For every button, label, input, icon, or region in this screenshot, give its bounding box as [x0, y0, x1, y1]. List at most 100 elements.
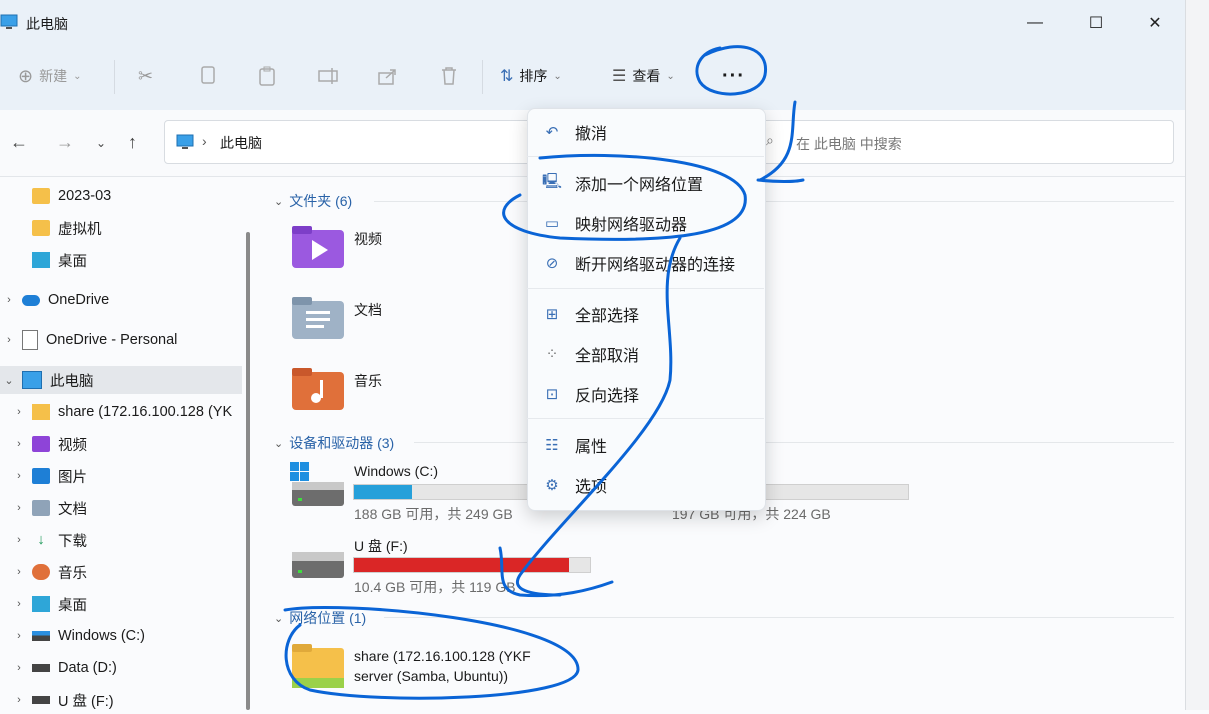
drive-usage-fill — [354, 558, 569, 572]
properties-icon: ☷ — [545, 437, 559, 454]
network-location-icon: 🖳 — [541, 172, 562, 190]
folder-item-documents[interactable] — [292, 297, 346, 344]
options-icon: ⚙ — [545, 477, 559, 494]
back-arrow-icon[interactable]: ← — [10, 132, 28, 153]
maximize-button[interactable]: ☐ — [1073, 8, 1119, 38]
sidebar-item-label: Windows (C:) — [58, 628, 146, 644]
menu-item-select-none[interactable]: ⁘ 全部取消 — [541, 337, 756, 371]
network-item-line1: share (172.16.100.128 (YKF — [354, 648, 531, 664]
new-button[interactable]: ⊕ 新建 ⌄ — [18, 64, 81, 88]
sidebar-item-2023-03[interactable]: 2023-03 — [0, 182, 270, 210]
sidebar-item-downloads[interactable]: › ↓ 下载 — [0, 526, 252, 554]
document-icon — [32, 500, 50, 516]
chevron-down-icon: ⌄ — [274, 437, 284, 450]
sidebar-item-drive-c[interactable]: › Windows (C:) — [0, 622, 252, 650]
sort-button[interactable]: ⇅ 排序 ⌄ — [500, 64, 562, 88]
folder-label: 视频 — [354, 231, 382, 247]
menu-item-undo[interactable]: ↶ 撤消 — [541, 115, 756, 149]
cut-button[interactable]: ✂ — [138, 64, 153, 88]
music-icon — [32, 564, 50, 580]
chevron-down-icon: ⌄ — [274, 195, 284, 208]
drive-icon — [32, 696, 50, 704]
chevron-right-icon: › — [17, 694, 21, 706]
sidebar-item-label: 虚拟机 — [58, 221, 102, 238]
sidebar-item-vm[interactable]: 虚拟机 — [0, 214, 270, 242]
drive-item-f[interactable] — [290, 548, 346, 585]
sidebar-item-music[interactable]: › 音乐 — [0, 558, 252, 586]
toolbar-divider — [114, 60, 115, 94]
sidebar-item-videos[interactable]: › 视频 — [0, 430, 252, 458]
toolbar-divider — [482, 60, 483, 94]
sidebar-item-onedrive-personal[interactable]: › OneDrive - Personal — [0, 326, 242, 354]
sidebar-item-pictures[interactable]: › 图片 — [0, 462, 252, 490]
view-button[interactable]: ☰ 查看 ⌄ — [612, 64, 675, 88]
chevron-down-icon: ⌄ — [4, 374, 14, 387]
copy-button[interactable] — [199, 64, 217, 88]
chevron-right-icon: › — [17, 470, 21, 482]
sidebar-item-documents[interactable]: › 文档 — [0, 494, 252, 522]
folder-item-music[interactable] — [292, 368, 346, 415]
close-button[interactable]: ✕ — [1132, 8, 1178, 38]
menu-item-label: 全部选择 — [575, 308, 640, 325]
recent-chevron-icon[interactable]: ⌄ — [96, 136, 106, 150]
share-button[interactable] — [378, 64, 398, 88]
sidebar-scrollbar[interactable] — [246, 232, 250, 710]
sidebar-item-this-pc[interactable]: ⌄ 此电脑 — [0, 366, 242, 394]
drive-usage-bar-f — [353, 557, 591, 573]
menu-separator — [527, 288, 764, 289]
file-icon — [22, 330, 38, 350]
menu-item-options[interactable]: ⚙ 选项 — [541, 468, 756, 502]
chevron-right-icon: › — [17, 566, 21, 578]
pc-icon — [176, 134, 194, 153]
sidebar-item-desktop-2[interactable]: › 桌面 — [0, 590, 252, 618]
network-item-line2: server (Samba, Ubuntu)) — [354, 668, 509, 684]
menu-separator — [527, 418, 764, 419]
sidebar-item-drive-d[interactable]: › Data (D:) — [0, 654, 252, 682]
folders-group-header[interactable]: ⌄ 文件夹 (6) — [274, 191, 352, 211]
devices-group-header[interactable]: ⌄ 设备和驱动器 (3) — [274, 433, 394, 453]
sidebar-item-label: share (172.16.100.128 (YK — [58, 404, 233, 420]
invert-selection-icon: ⊡ — [545, 386, 559, 403]
documents-folder-icon — [292, 297, 344, 339]
network-item-share[interactable] — [292, 642, 346, 693]
forward-arrow-icon[interactable]: → — [56, 132, 74, 153]
menu-item-label: 全部取消 — [575, 348, 640, 365]
more-options-button[interactable]: ··· — [722, 64, 745, 88]
sort-icon: ⇅ — [500, 68, 514, 85]
network-folder-icon — [32, 404, 50, 420]
delete-button[interactable] — [440, 64, 458, 88]
group-title: 文件夹 (6) — [289, 193, 353, 209]
chevron-right-icon: › — [17, 502, 21, 514]
sidebar-item-onedrive[interactable]: › OneDrive — [0, 286, 242, 314]
folder-item-videos[interactable] — [292, 226, 346, 273]
network-group-header[interactable]: ⌄ 网络位置 (1) — [274, 608, 366, 628]
sidebar-item-desktop[interactable]: 桌面 — [0, 246, 270, 274]
up-arrow-icon[interactable]: ↑ — [128, 132, 137, 153]
search-input[interactable]: 在 此电脑 中搜索 — [796, 134, 902, 154]
chevron-down-icon: ⌄ — [666, 70, 675, 82]
paste-button[interactable] — [258, 64, 278, 88]
menu-item-label: 撤消 — [575, 126, 608, 143]
new-label: 新建 — [39, 68, 68, 84]
background-window-edge — [1185, 0, 1209, 710]
menu-item-disconnect-network-drive[interactable]: ⊘ 断开网络驱动器的连接 — [541, 246, 756, 280]
drive-name: Windows (C:) — [354, 463, 439, 479]
menu-item-properties[interactable]: ☷ 属性 — [541, 428, 756, 462]
breadcrumb-this-pc[interactable]: 此电脑 — [220, 133, 262, 153]
chevron-right-icon: › — [17, 438, 21, 450]
undo-icon: ↶ — [545, 124, 559, 141]
sidebar-item-label: 下载 — [58, 533, 87, 550]
menu-item-invert-selection[interactable]: ⊡ 反向选择 — [541, 377, 756, 411]
sidebar-item-share[interactable]: › share (172.16.100.128 (YK — [0, 398, 252, 426]
menu-item-add-network-location[interactable]: 🖳 添加一个网络位置 — [541, 166, 756, 200]
drive-item-c[interactable] — [290, 462, 346, 511]
minimize-button[interactable]: — — [1012, 8, 1058, 38]
rename-button[interactable] — [318, 64, 340, 88]
chevron-right-icon: › — [17, 662, 21, 674]
sidebar-item-label: U 盘 (F:) — [58, 693, 114, 710]
network-folder-icon — [292, 644, 344, 688]
menu-item-map-network-drive[interactable]: ▭ 映射网络驱动器 — [541, 206, 756, 240]
menu-item-select-all[interactable]: ⊞ 全部选择 — [541, 297, 756, 331]
group-divider — [384, 617, 1174, 618]
copy-icon — [201, 66, 215, 84]
